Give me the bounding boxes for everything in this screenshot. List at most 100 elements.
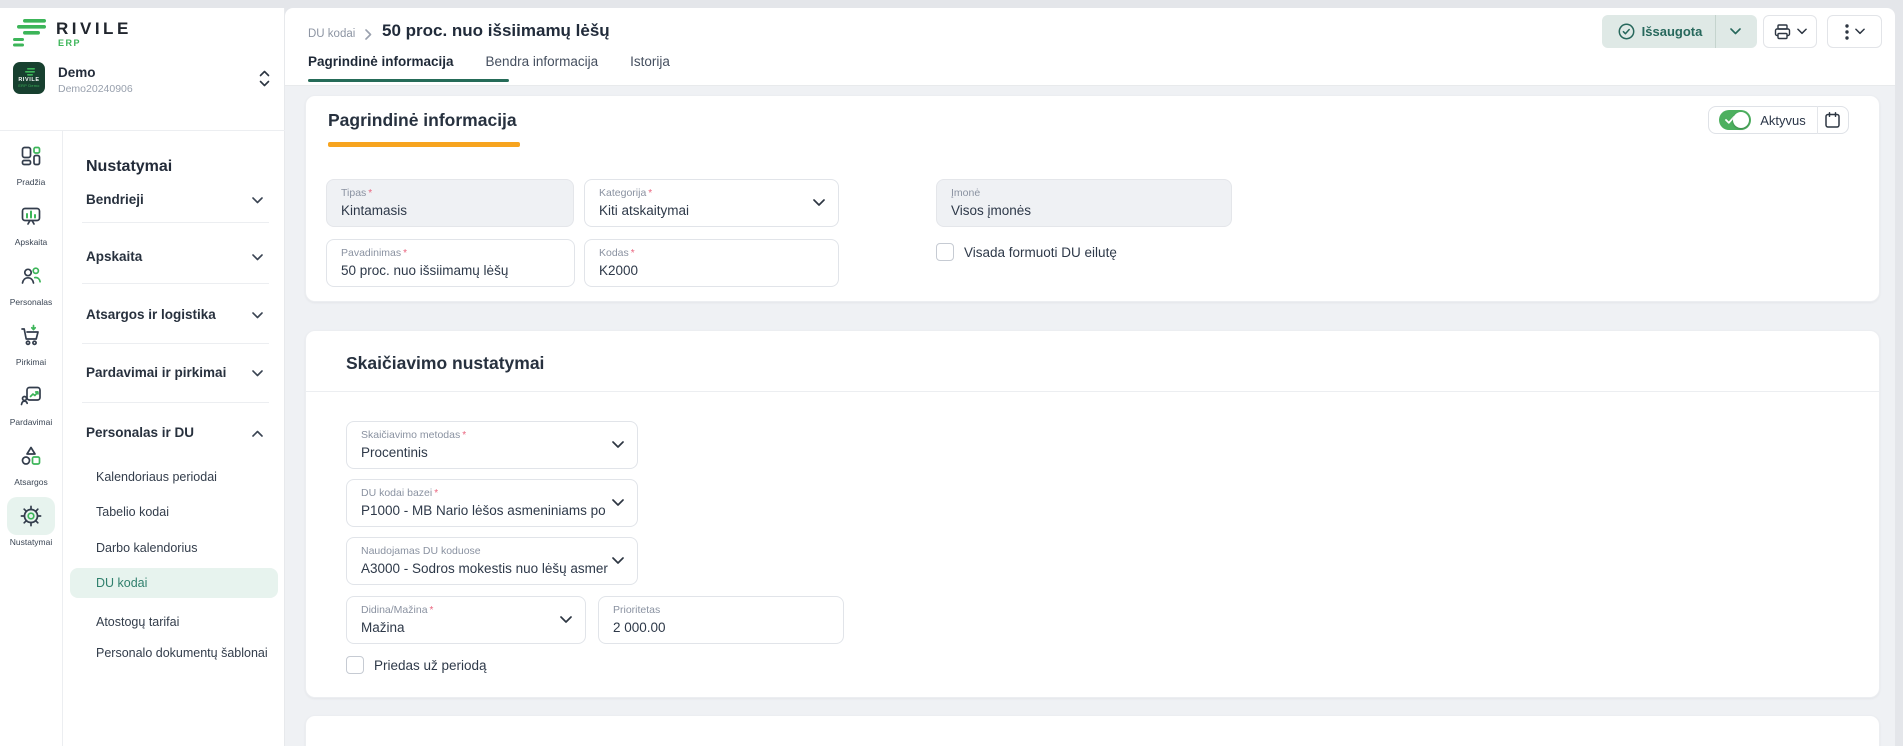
chevron-up-icon[interactable] — [252, 430, 263, 437]
field-value: A3000 - Sodros mokestis nuo lėšų asmer — [361, 561, 611, 576]
rail-item-pardavimai[interactable]: Pardavimai — [0, 372, 62, 432]
tab-bendra-informacija[interactable]: Bendra informacija — [486, 54, 599, 82]
calculation-settings-card: Skaičiavimo nustatymai Skaičiavimo metod… — [305, 330, 1880, 698]
print-button[interactable] — [1763, 15, 1817, 48]
field-imone[interactable]: Įmonė Visos įmonės — [936, 179, 1232, 227]
rail-label: Atsargos — [14, 477, 48, 487]
field-value: Kiti atskaitymai — [599, 203, 824, 218]
field-label: Įmonė — [951, 187, 1217, 200]
company-name: Demo — [58, 65, 96, 80]
main-area: DU kodai 50 proc. nuo išsiimamų lėšų Pag… — [285, 8, 1895, 746]
rail-label: Pradžia — [17, 177, 46, 187]
rail-item-apskaita[interactable]: Apskaita — [0, 192, 62, 252]
card-title: Pagrindinė informacija — [328, 110, 517, 131]
rail-divider — [62, 131, 63, 746]
checkbox-icon — [936, 243, 954, 261]
more-actions-button[interactable] — [1827, 15, 1882, 48]
chevron-down-icon[interactable] — [252, 254, 263, 261]
sidebar-item-atsargos-logistika[interactable]: Atsargos ir logistika — [86, 305, 216, 325]
sidebar-item-bendrieji[interactable]: Bendrieji — [86, 190, 144, 210]
printer-icon — [1774, 24, 1791, 40]
sidebar-subitem-atostogu-tarifai[interactable]: Atostogų tarifai — [96, 612, 179, 632]
rail-label: Apskaita — [15, 237, 48, 247]
field-didina-mazina[interactable]: Didina/Mažina Mažina — [346, 596, 586, 644]
field-prioritetas[interactable]: Prioritetas 2 000.00 — [598, 596, 844, 644]
sidebar: RIVILE ERP RIVILE ERP Demo Demo Demo2024… — [0, 8, 285, 746]
field-label: Prioritetas — [613, 604, 829, 617]
field-naudojamas-du-koduose[interactable]: Naudojamas DU koduose A3000 - Sodros mok… — [346, 537, 638, 585]
chevron-down-icon — [560, 616, 572, 624]
checkbox-priedas-uz-perioda[interactable]: Priedas už periodą — [346, 656, 487, 674]
field-kodas[interactable]: Kodas K2000 — [584, 239, 839, 287]
breadcrumb[interactable]: DU kodai — [308, 28, 355, 40]
field-label: Kodas — [599, 247, 824, 260]
field-du-kodai-bazei[interactable]: DU kodai bazei P1000 - MB Nario lėšos as… — [346, 479, 638, 527]
menu-divider — [82, 402, 269, 403]
brand-sub: ERP — [58, 38, 81, 48]
sidebar-item-apskaita[interactable]: Apskaita — [86, 247, 142, 267]
rail-item-pradzia[interactable]: Pradžia — [0, 132, 62, 192]
sidebar-subitem-du-kodai[interactable]: DU kodai — [96, 573, 147, 593]
brand-logo-icon[interactable] — [12, 18, 50, 48]
company-code: Demo20240906 — [58, 83, 133, 95]
general-info-card: Pagrindinė informacija Aktyvus Tipas Kin… — [305, 95, 1880, 302]
tab-bar: Pagrindinė informacija Bendra informacij… — [308, 54, 670, 82]
field-label: Pavadinimas — [341, 247, 560, 260]
field-skaiciavimo-metodas[interactable]: Skaičiavimo metodas Procentinis — [346, 421, 638, 469]
sidebar-subitem-tabelio-kodai[interactable]: Tabelio kodai — [96, 502, 169, 522]
rail-item-atsargos[interactable]: Atsargos — [0, 432, 62, 492]
status-label: Aktyvus — [1760, 113, 1806, 128]
calendar-button[interactable] — [1818, 106, 1848, 134]
page-header: DU kodai 50 proc. nuo išsiimamų lėšų Pag… — [285, 8, 1895, 86]
company-selector[interactable]: RIVILE ERP Demo Demo Demo20240906 — [0, 58, 285, 102]
rail-item-personalas[interactable]: Personalas — [0, 252, 62, 312]
status-group: Aktyvus — [1708, 106, 1849, 134]
chevron-down-icon[interactable] — [252, 370, 263, 377]
field-kategorija[interactable]: Kategorija Kiti atskaitymai — [584, 179, 839, 227]
menu-divider — [82, 222, 269, 223]
field-label: Tipas — [341, 187, 559, 200]
card-divider — [306, 391, 1879, 392]
field-tipas[interactable]: Tipas Kintamasis — [326, 179, 574, 227]
sidebar-subitem-darbo-kalendorius[interactable]: Darbo kalendorius — [96, 538, 197, 558]
field-pavadinimas[interactable]: Pavadinimas 50 proc. nuo išsiimamų lėšų — [326, 239, 575, 287]
menu-divider — [82, 343, 269, 344]
saved-dropdown-button[interactable] — [1716, 15, 1754, 48]
field-value: Visos įmonės — [951, 203, 1217, 218]
checkbox-visada-formuoti[interactable]: Visada formuoti DU eilutę — [936, 243, 1117, 261]
rail-label: Pardavimai — [10, 417, 53, 427]
checkbox-icon — [346, 656, 364, 674]
chevron-down-icon[interactable] — [252, 197, 263, 204]
field-label: Skaičiavimo metodas — [361, 429, 623, 442]
chevron-down-icon — [1797, 28, 1807, 35]
sidebar-item-personalas-du[interactable]: Personalas ir DU — [86, 423, 194, 443]
rail-item-pirkimai[interactable]: Pirkimai — [0, 312, 62, 372]
sidebar-subitem-kalendoriaus-periodai[interactable]: Kalendoriaus periodai — [96, 467, 217, 487]
next-section-card — [305, 715, 1880, 746]
company-logo-icon: RIVILE ERP Demo — [13, 62, 45, 94]
field-value: 2 000.00 — [613, 620, 829, 635]
tab-istorija[interactable]: Istorija — [630, 54, 670, 82]
breadcrumb-chevron-icon — [365, 29, 372, 40]
sidebar-subitem-personalo-dokumentu-sablonai[interactable]: Personalo dokumentų šablonai — [96, 643, 268, 663]
field-value: Mažina — [361, 620, 571, 635]
cart-icon — [7, 317, 55, 355]
field-label: Naudojamas DU koduose — [361, 545, 623, 558]
menu-divider — [82, 283, 269, 284]
chevron-down-icon[interactable] — [252, 312, 263, 319]
rail-label: Pirkimai — [16, 357, 46, 367]
chevron-down-icon — [813, 199, 825, 207]
tab-pagrindine-informacija[interactable]: Pagrindinė informacija — [308, 54, 454, 82]
field-label: DU kodai bazei — [361, 487, 623, 500]
sidebar-item-pardavimai-pirkimai[interactable]: Pardavimai ir pirkimai — [86, 363, 226, 383]
rail-item-nustatymai[interactable]: Nustatymai — [0, 492, 62, 552]
chevron-down-icon — [612, 499, 624, 507]
checkbox-label: Visada formuoti DU eilutę — [964, 245, 1117, 260]
toggle-knob — [1733, 112, 1749, 128]
field-value: Kintamasis — [341, 203, 559, 218]
saved-button[interactable]: Išsaugota — [1605, 15, 1716, 48]
chevron-down-icon — [1855, 28, 1865, 35]
active-toggle[interactable] — [1719, 110, 1751, 130]
field-value: P1000 - MB Nario lėšos asmeniniams po — [361, 503, 611, 518]
unfold-more-icon — [258, 69, 271, 88]
